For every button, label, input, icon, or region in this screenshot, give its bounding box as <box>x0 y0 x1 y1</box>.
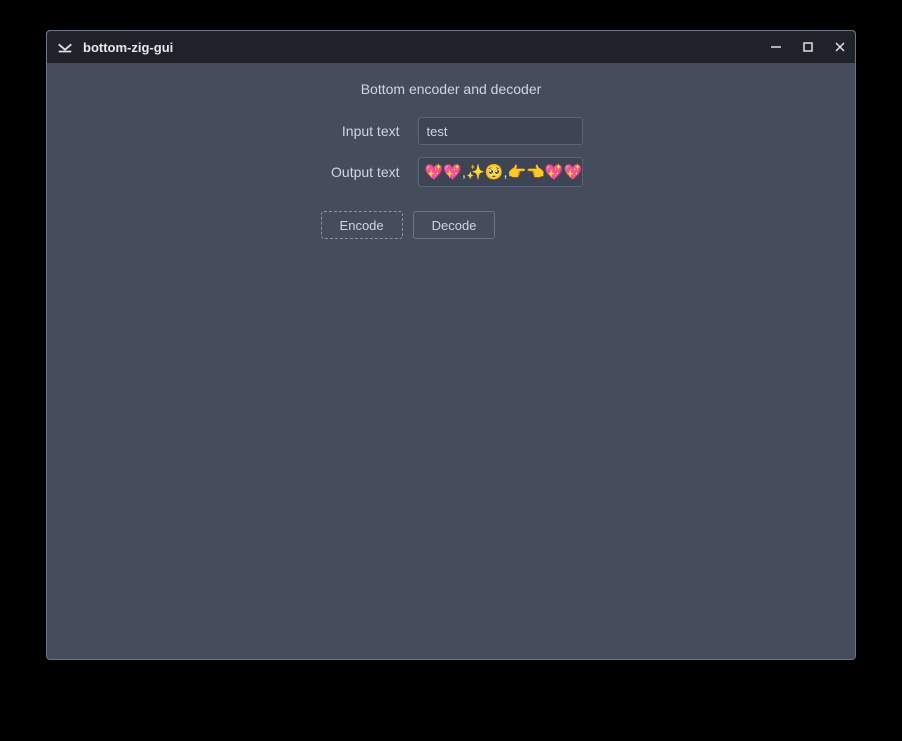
decode-button[interactable]: Decode <box>413 211 496 239</box>
encode-button[interactable]: Encode <box>321 211 403 239</box>
output-text-field[interactable]: 💖💖,✨🥺,👉👈💖💖,🥺 <box>418 157 583 187</box>
minimize-button[interactable] <box>769 40 783 54</box>
maximize-button[interactable] <box>801 40 815 54</box>
content-area: Bottom encoder and decoder Input text Ou… <box>47 63 855 659</box>
app-window: bottom-zig-gui Bottom encoder and dec <box>46 30 856 660</box>
close-button[interactable] <box>833 40 847 54</box>
input-text-field[interactable] <box>418 117 583 145</box>
page-heading: Bottom encoder and decoder <box>361 81 542 97</box>
output-row: Output text 💖💖,✨🥺,👉👈💖💖,🥺 <box>320 157 583 187</box>
output-label: Output text <box>320 164 400 180</box>
button-row: Encode Decode <box>321 211 496 239</box>
window-title: bottom-zig-gui <box>83 40 769 55</box>
input-label: Input text <box>320 123 400 139</box>
titlebar[interactable]: bottom-zig-gui <box>47 31 855 63</box>
input-row: Input text <box>320 117 583 145</box>
app-icon <box>55 37 75 57</box>
window-controls <box>769 40 847 54</box>
